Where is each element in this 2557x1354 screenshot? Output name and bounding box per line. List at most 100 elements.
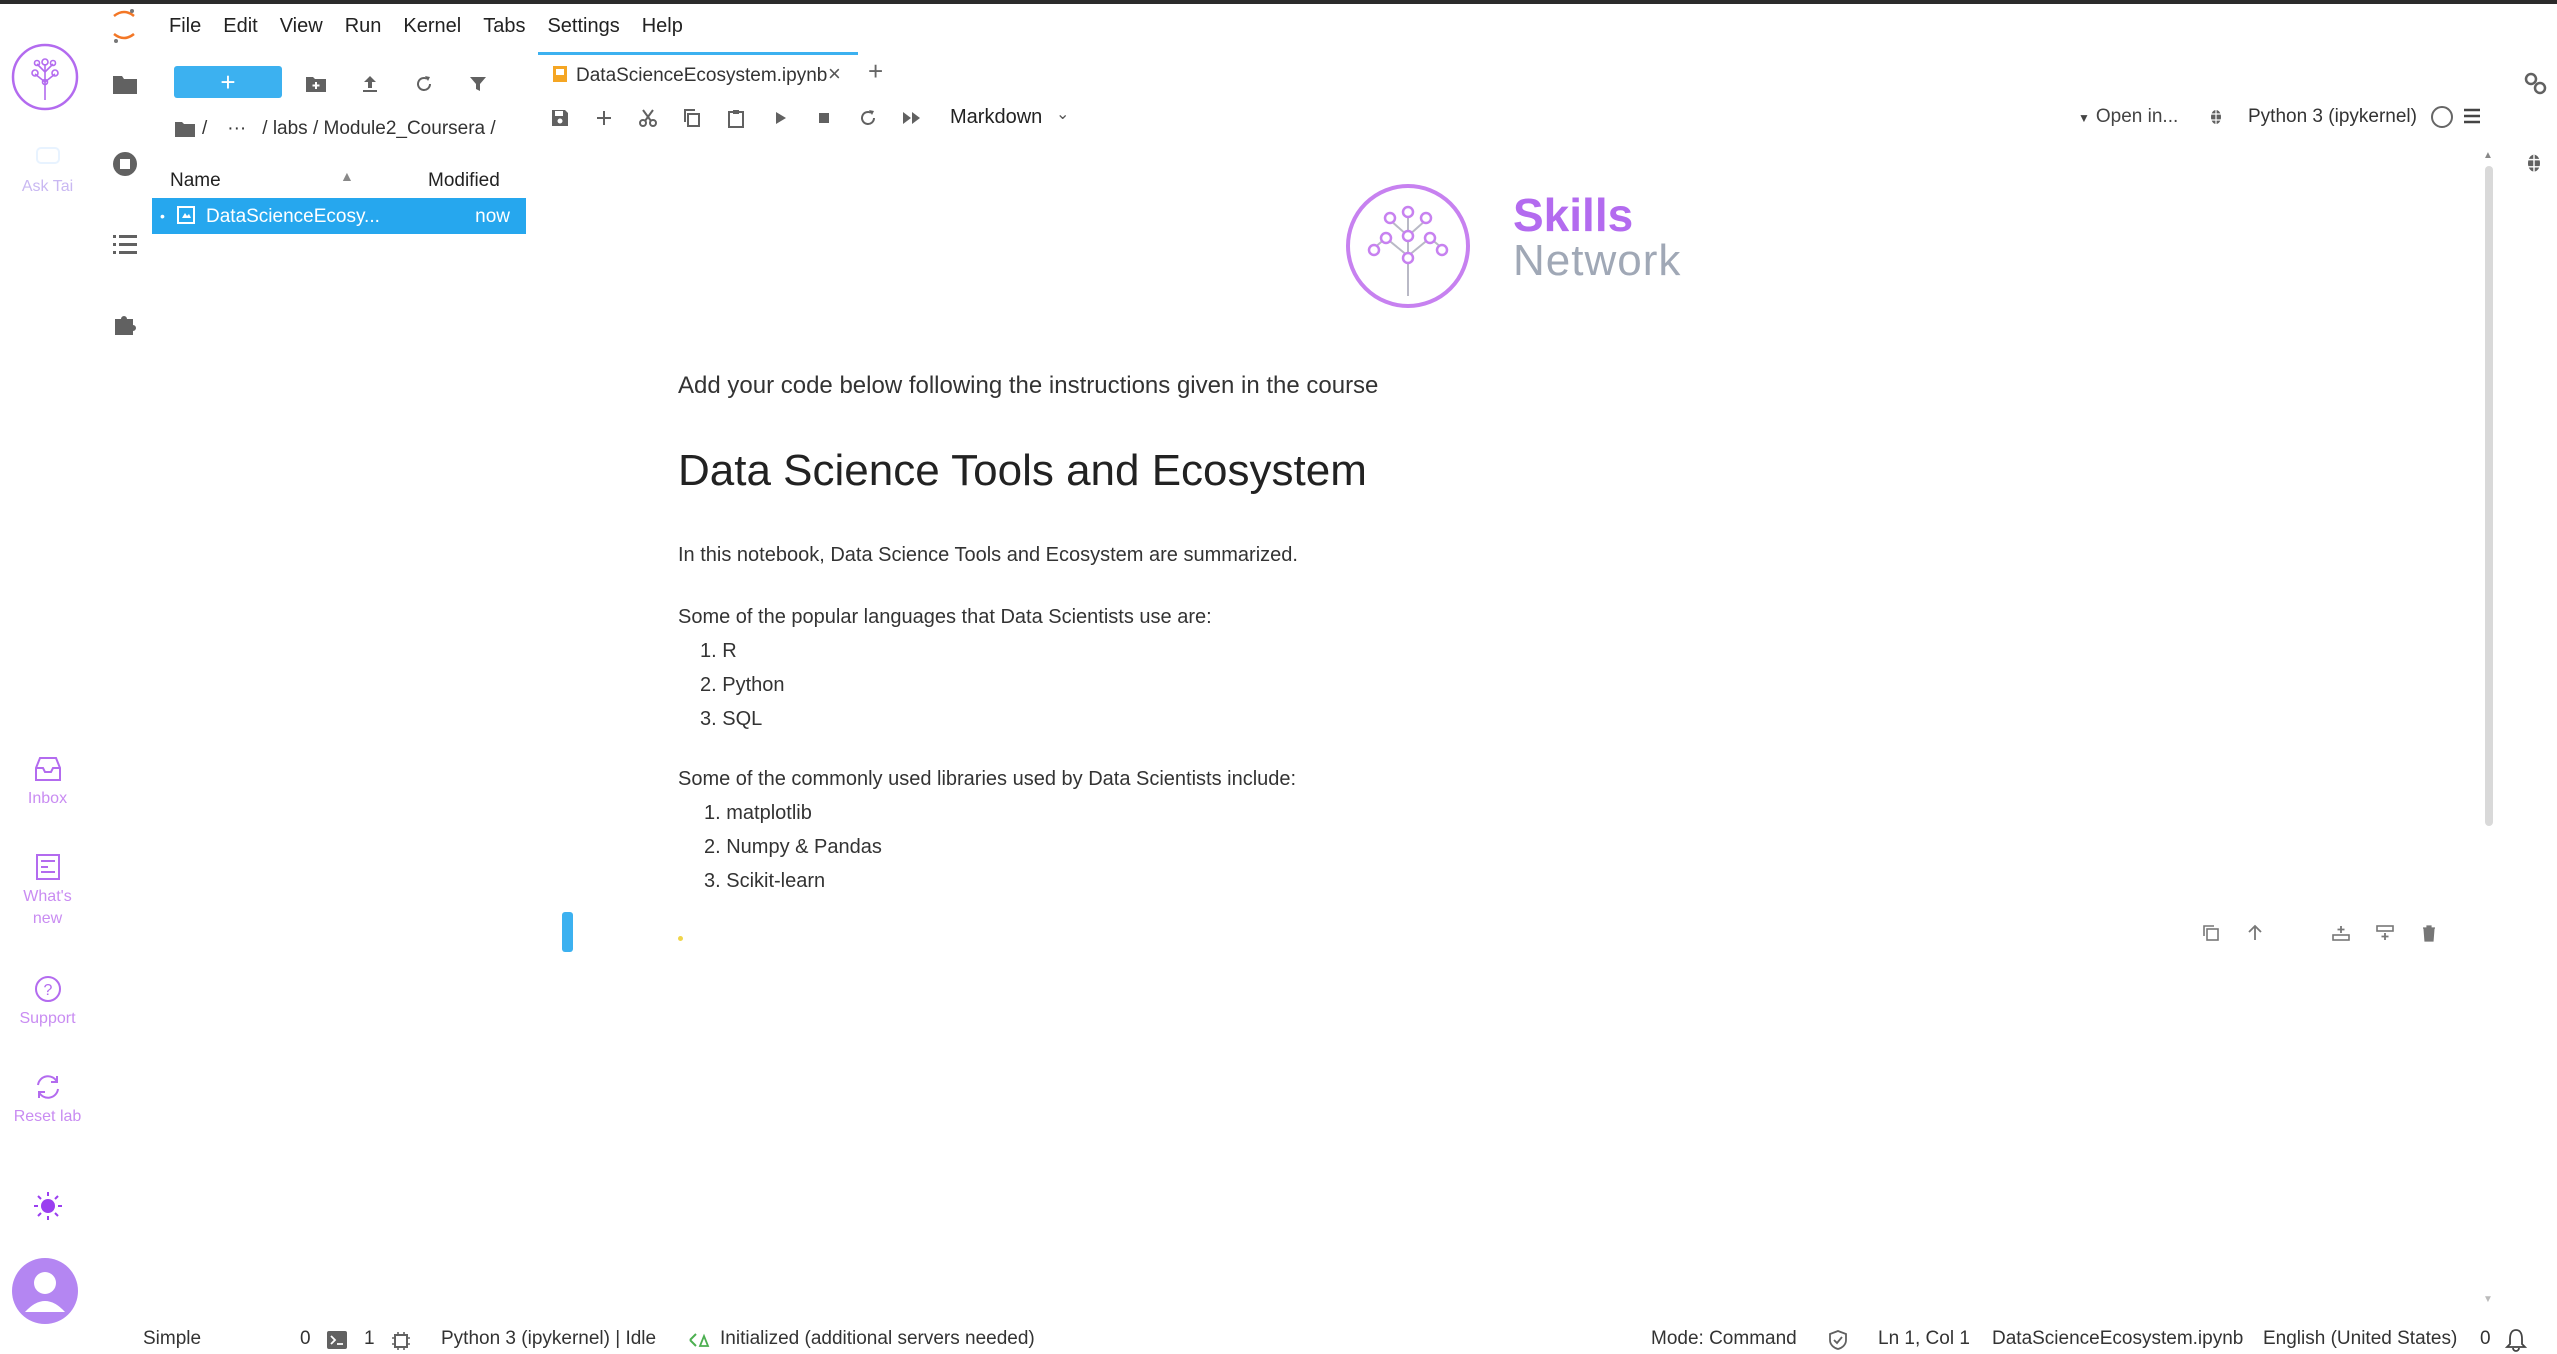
support-button[interactable]: ? Support: [0, 974, 95, 1030]
kernel-chip-icon: [392, 1332, 410, 1350]
kernels-count[interactable]: 1: [364, 1328, 375, 1350]
display-language[interactable]: English (United States): [2263, 1328, 2457, 1350]
scroll-up-icon[interactable]: ▲: [2483, 150, 2493, 161]
empty-cell-input[interactable]: [678, 936, 683, 941]
list-item: 2. Numpy & Pandas: [704, 836, 882, 858]
open-in-button[interactable]: ▼ Open in...: [2078, 106, 2178, 128]
current-file-name: DataScienceEcosystem.ipynb: [1992, 1328, 2244, 1349]
new-folder-button[interactable]: [302, 70, 330, 98]
name-column-header[interactable]: Name: [170, 170, 221, 192]
menu-view[interactable]: View: [269, 10, 334, 42]
file-browser-tab[interactable]: [107, 66, 143, 102]
menu-kernel[interactable]: Kernel: [392, 10, 472, 42]
scrollbar-thumb[interactable]: [2485, 166, 2493, 826]
new-tab-button[interactable]: +: [868, 56, 883, 87]
property-inspector-icon[interactable]: [2522, 70, 2548, 96]
scroll-down-icon[interactable]: ▼: [2483, 1294, 2493, 1305]
libraries-intro: Some of the commonly used libraries used…: [678, 768, 1297, 790]
file-browser-toolbar: +: [150, 66, 530, 102]
file-list-header: Name ▲ Modified: [150, 162, 530, 198]
new-launcher-button[interactable]: +: [174, 66, 282, 98]
list-item: 1. matplotlib: [704, 802, 812, 824]
restart-run-all-button[interactable]: [898, 104, 926, 132]
open-in-label: Open in...: [2095, 106, 2179, 127]
delete-cell-button[interactable]: [2416, 920, 2442, 946]
trusted-shield-icon[interactable]: [1828, 1330, 1848, 1350]
insert-cell-button[interactable]: [590, 104, 618, 132]
breadcrumb: / ··· / labs / Module2_Coursera /: [174, 118, 496, 140]
newspaper-icon: [35, 854, 60, 880]
breadcrumb-path[interactable]: / labs / Module2_Coursera /: [262, 118, 495, 140]
trash-icon: [2423, 925, 2435, 942]
copy-button[interactable]: [678, 104, 706, 132]
tab-datascienceecosystem[interactable]: DataScienceEcosystem.ipynb ×: [538, 52, 858, 95]
new-folder-icon: [306, 77, 326, 92]
interrupt-kernel-button[interactable]: [810, 104, 838, 132]
lsp-status[interactable]: Initialized (additional servers needed): [720, 1328, 1035, 1350]
file-list-item[interactable]: • DataScienceEcosy... now: [152, 198, 526, 234]
tab-close-icon[interactable]: ×: [828, 61, 841, 87]
breadcrumb-ellipsis[interactable]: ···: [227, 118, 246, 140]
whats-new-button[interactable]: What's new: [0, 852, 95, 930]
restart-kernel-button[interactable]: [854, 104, 882, 132]
add-icon: [597, 111, 611, 125]
debugger-panel-icon[interactable]: [2522, 150, 2546, 174]
support-label: Support: [19, 1010, 76, 1027]
bell-icon[interactable]: [2505, 1328, 2527, 1352]
inbox-label: Inbox: [27, 790, 68, 807]
hamburger-menu-icon[interactable]: [2462, 106, 2482, 126]
simple-mode-toggle[interactable]: Simple: [143, 1328, 201, 1350]
home-folder-icon[interactable]: [174, 120, 196, 138]
debugger-button[interactable]: [2202, 102, 2230, 130]
notebook-scrollbar[interactable]: ▲: [2482, 150, 2494, 830]
list-item: 3. Scikit-learn: [704, 870, 826, 892]
notebook-mode: Mode: Command: [1651, 1328, 1797, 1349]
play-icon: [776, 112, 786, 124]
reset-lab-label: Reset lab: [13, 1108, 82, 1125]
move-cell-up-button[interactable]: [2242, 920, 2268, 946]
kernel-name-button[interactable]: Python 3 (ipykernel): [2248, 106, 2417, 128]
notification-count[interactable]: 0: [2480, 1328, 2491, 1350]
menu-tabs[interactable]: Tabs: [472, 10, 536, 42]
notebook-toolbar: Markdown ⌄ ▼ Open in... Python 3 (ipykern…: [538, 100, 2488, 136]
save-button[interactable]: [546, 104, 574, 132]
insert-cell-below-button[interactable]: [2372, 920, 2398, 946]
cursor-position[interactable]: Ln 1, Col 1: [1878, 1328, 1970, 1350]
cell-type-select[interactable]: Markdown: [950, 106, 1042, 129]
file-browser-panel: + / ··· / labs / Module2_Coursera / Name…: [150, 58, 530, 1308]
chevron-down-icon[interactable]: ⌄: [1056, 104, 1069, 124]
extensions-tab[interactable]: [107, 306, 143, 342]
run-cell-button[interactable]: [766, 104, 794, 132]
inbox-button[interactable]: Inbox: [0, 754, 95, 810]
breadcrumb-root[interactable]: /: [202, 118, 207, 140]
table-of-contents-tab[interactable]: [107, 226, 143, 262]
duplicate-cell-button[interactable]: [2198, 920, 2224, 946]
kernel-status[interactable]: Python 3 (ipykernel) | Idle: [441, 1328, 656, 1350]
user-avatar-icon[interactable]: [12, 1258, 78, 1324]
menu-run[interactable]: Run: [334, 10, 393, 42]
upload-button[interactable]: [356, 70, 384, 98]
languages-intro: Some of the popular languages that Data …: [678, 606, 1212, 628]
menu-edit[interactable]: Edit: [212, 10, 268, 42]
terminals-count[interactable]: 0: [300, 1328, 311, 1350]
running-sessions-tab[interactable]: [107, 146, 143, 182]
skills-network-logo-icon[interactable]: [10, 42, 80, 112]
scissors-icon: [639, 109, 657, 127]
theme-toggle-button[interactable]: [0, 1190, 95, 1226]
menu-help[interactable]: Help: [631, 10, 694, 42]
filter-files-button[interactable]: [464, 70, 492, 98]
reset-lab-button[interactable]: Reset lab: [0, 1072, 95, 1128]
cut-button[interactable]: [634, 104, 662, 132]
refresh-files-button[interactable]: [410, 70, 438, 98]
bug-icon: [2208, 110, 2224, 124]
modified-column-header[interactable]: Modified: [428, 170, 500, 192]
menu-settings[interactable]: Settings: [536, 10, 630, 42]
paste-button[interactable]: [722, 104, 750, 132]
insert-above-icon: [2332, 926, 2350, 941]
menu-file[interactable]: File: [158, 10, 212, 42]
ask-tai-button[interactable]: Ask Tai: [0, 142, 95, 198]
puzzle-icon: [115, 316, 136, 335]
insert-cell-above-button[interactable]: [2328, 920, 2354, 946]
active-cell-marker[interactable]: [562, 912, 573, 952]
activity-bar: [95, 4, 155, 1304]
